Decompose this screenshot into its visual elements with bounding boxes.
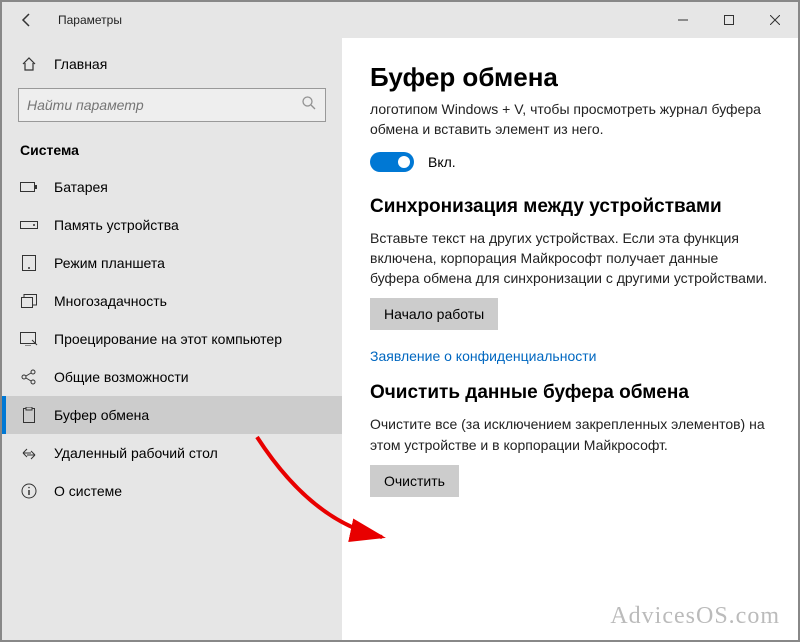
sidebar-item-label: Режим планшета <box>54 255 165 271</box>
clipboard-icon <box>20 407 38 423</box>
sidebar-item-label: Многозадачность <box>54 293 167 309</box>
clear-heading: Очистить данные буфера обмена <box>370 382 770 404</box>
shared-icon <box>20 369 38 385</box>
sidebar-item-clipboard[interactable]: Буфер обмена <box>2 396 342 434</box>
sidebar-section-label: Система <box>2 138 342 168</box>
sidebar-item-multitasking[interactable]: Многозадачность <box>2 282 342 320</box>
search-icon <box>301 95 317 116</box>
sidebar-home[interactable]: Главная <box>2 52 342 86</box>
projecting-icon <box>20 332 38 346</box>
toggle-label: Вкл. <box>428 154 456 170</box>
minimize-button[interactable] <box>660 2 706 38</box>
sidebar-item-label: О системе <box>54 483 122 499</box>
sidebar-item-label: Проецирование на этот компьютер <box>54 331 282 347</box>
sync-desc: Вставьте текст на других устройствах. Ес… <box>370 228 770 289</box>
multitasking-icon <box>20 294 38 308</box>
window-title: Параметры <box>44 13 122 27</box>
sidebar-item-tablet[interactable]: Режим планшета <box>2 244 342 282</box>
sidebar-item-remote[interactable]: Удаленный рабочий стол <box>2 434 342 472</box>
privacy-link[interactable]: Заявление о конфиденциальности <box>370 348 770 364</box>
storage-icon <box>20 219 38 231</box>
maximize-button[interactable] <box>706 2 752 38</box>
sync-heading: Синхронизация между устройствами <box>370 196 770 218</box>
clear-desc: Очистите все (за исключением закрепленны… <box>370 414 770 455</box>
sidebar: Главная Система Батарея Память устройств… <box>2 38 342 640</box>
get-started-button[interactable]: Начало работы <box>370 298 498 330</box>
page-title: Буфер обмена <box>370 62 770 93</box>
main-panel: Буфер обмена логотипом Windows + V, чтоб… <box>342 38 798 640</box>
sidebar-home-label: Главная <box>54 56 107 72</box>
tablet-icon <box>20 255 38 271</box>
remote-icon <box>20 445 38 461</box>
sidebar-item-about[interactable]: О системе <box>2 472 342 510</box>
search-input[interactable] <box>27 97 301 113</box>
sidebar-item-projecting[interactable]: Проецирование на этот компьютер <box>2 320 342 358</box>
clipboard-history-toggle[interactable] <box>370 152 414 172</box>
search-input-container[interactable] <box>18 88 326 122</box>
sidebar-item-label: Общие возможности <box>54 369 189 385</box>
sidebar-item-storage[interactable]: Память устройства <box>2 206 342 244</box>
sidebar-item-battery[interactable]: Батарея <box>2 168 342 206</box>
clear-button[interactable]: Очистить <box>370 465 459 497</box>
clipboard-history-desc: логотипом Windows + V, чтобы просмотреть… <box>370 99 770 140</box>
sidebar-item-label: Память устройства <box>54 217 179 233</box>
back-button[interactable] <box>10 3 44 37</box>
battery-icon <box>20 181 38 193</box>
info-icon <box>20 483 38 499</box>
sidebar-item-label: Удаленный рабочий стол <box>54 445 218 461</box>
sidebar-item-shared[interactable]: Общие возможности <box>2 358 342 396</box>
close-button[interactable] <box>752 2 798 38</box>
sidebar-item-label: Батарея <box>54 179 108 195</box>
sidebar-item-label: Буфер обмена <box>54 407 149 423</box>
home-icon <box>20 56 38 72</box>
